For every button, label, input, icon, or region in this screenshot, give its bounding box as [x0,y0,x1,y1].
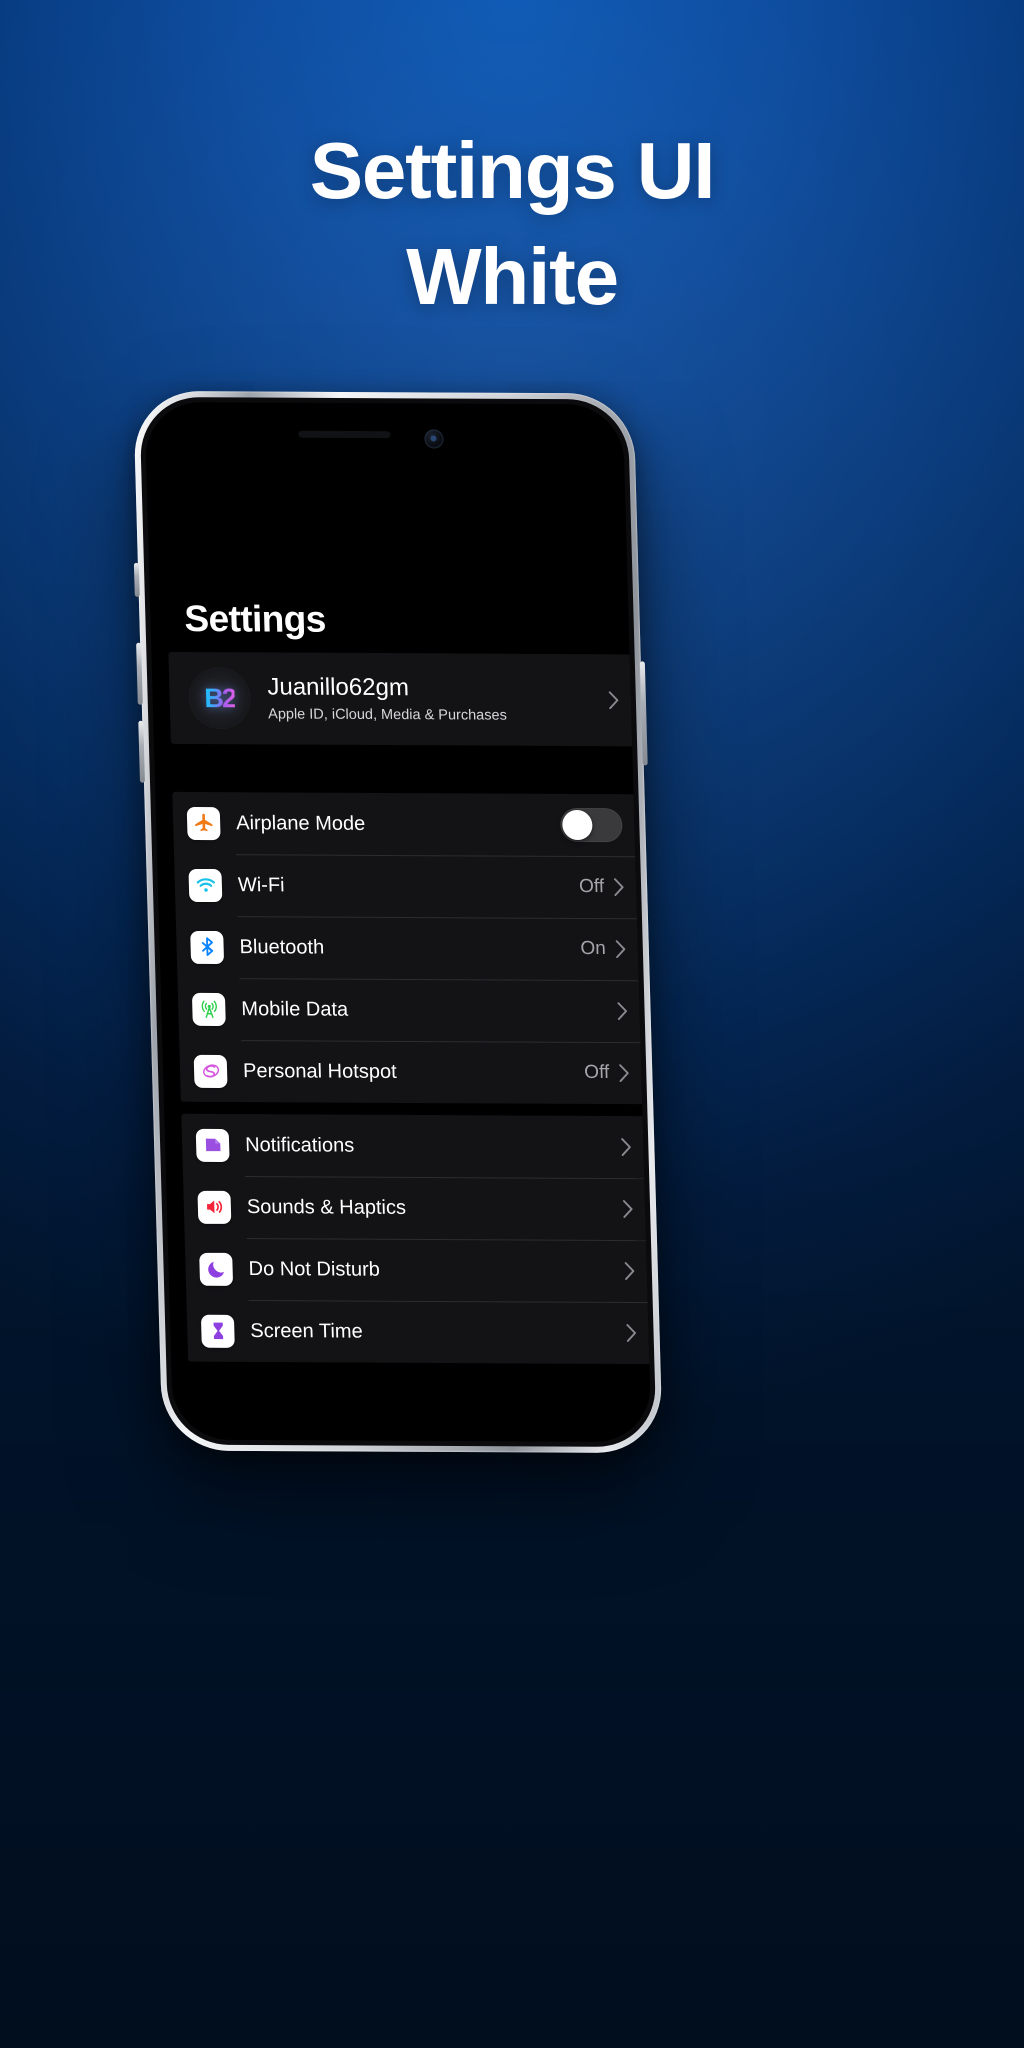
row-label: Wi-Fi [237,873,285,896]
row-label: Notifications [244,1133,355,1157]
chevron-right-icon [626,1324,637,1342]
alerts-group: Notifications Sounds & Haptics Do Not Di… [181,1113,652,1365]
settings-row-screen-time[interactable]: Screen Time [186,1300,651,1364]
settings-row-personal-hotspot[interactable]: Personal Hotspot Off [179,1040,644,1104]
row-label: Sounds & Haptics [246,1195,407,1219]
headline-line-2: White [406,231,619,321]
avatar-initials: B2 [203,682,236,713]
settings-row-sounds-haptics[interactable]: Sounds & Haptics [183,1176,648,1240]
phone-bezel: Settings B2 Juanillo62gm Apple ID, iClou… [139,396,657,1448]
chevron-right-icon [615,940,627,959]
row-label: Mobile Data [241,997,349,1021]
antenna-icon [191,992,226,1026]
row-value: On [580,937,607,960]
silence-switch[interactable] [133,562,140,597]
sounds-icon [197,1190,232,1224]
page-title: Settings [183,598,327,640]
settings-row-mobile-data[interactable]: Mobile Data [177,978,642,1042]
chevron-right-icon [613,878,625,897]
row-value: Off [583,1061,610,1084]
volume-down-button[interactable] [138,720,146,783]
volume-up-button[interactable] [136,642,143,705]
settings-row-do-not-disturb[interactable]: Do Not Disturb [185,1238,650,1302]
settings-row-airplane-mode[interactable]: Airplane Mode [172,792,637,856]
chevron-right-icon [608,691,620,710]
phone-mockup: Settings B2 Juanillo62gm Apple ID, iClou… [133,390,663,1454]
connectivity-group: Airplane Mode Wi-Fi Off Bluetooth On Mob… [172,791,645,1105]
account-group: B2 Juanillo62gm Apple ID, iCloud, Media … [168,651,635,747]
chevron-right-icon [624,1262,636,1280]
account-text: Juanillo62gm Apple ID, iCloud, Media & P… [267,673,610,725]
toggle-knob [561,809,593,841]
airplane-mode-toggle[interactable] [559,807,623,843]
hotspot-icon [193,1054,228,1088]
moon-icon [199,1252,234,1286]
row-label: Airplane Mode [235,811,366,835]
row-label: Bluetooth [239,935,325,959]
chevron-right-icon [617,1002,628,1021]
row-label: Screen Time [250,1319,363,1343]
settings-row-wifi[interactable]: Wi-Fi Off [174,854,639,918]
headline-line-1: Settings UI [309,126,716,215]
bluetooth-icon [190,930,225,964]
hourglass-icon [200,1314,235,1348]
chevron-right-icon [622,1200,634,1218]
settings-row-notifications[interactable]: Notifications [181,1114,646,1178]
settings-row-bluetooth[interactable]: Bluetooth On [176,916,641,980]
phone-frame: Settings B2 Juanillo62gm Apple ID, iClou… [133,390,663,1454]
row-label: Personal Hotspot [242,1059,397,1083]
notifications-icon [195,1128,230,1162]
avatar: B2 [188,668,251,729]
airplane-icon [186,806,221,840]
wifi-icon [188,868,223,902]
promo-headline: Settings UI White [0,118,1024,329]
row-label: Do Not Disturb [248,1257,381,1281]
chevron-right-icon [619,1064,630,1083]
chevron-right-icon [621,1138,632,1157]
settings-app: Settings B2 Juanillo62gm Apple ID, iClou… [144,402,652,1442]
apple-account-row[interactable]: B2 Juanillo62gm Apple ID, iCloud, Media … [168,652,634,746]
row-value: Off [578,875,605,898]
account-subtitle: Apple ID, iCloud, Media & Purchases [267,706,508,724]
account-name: Juanillo62gm [267,673,410,702]
phone-screen: Settings B2 Juanillo62gm Apple ID, iClou… [144,401,652,1443]
